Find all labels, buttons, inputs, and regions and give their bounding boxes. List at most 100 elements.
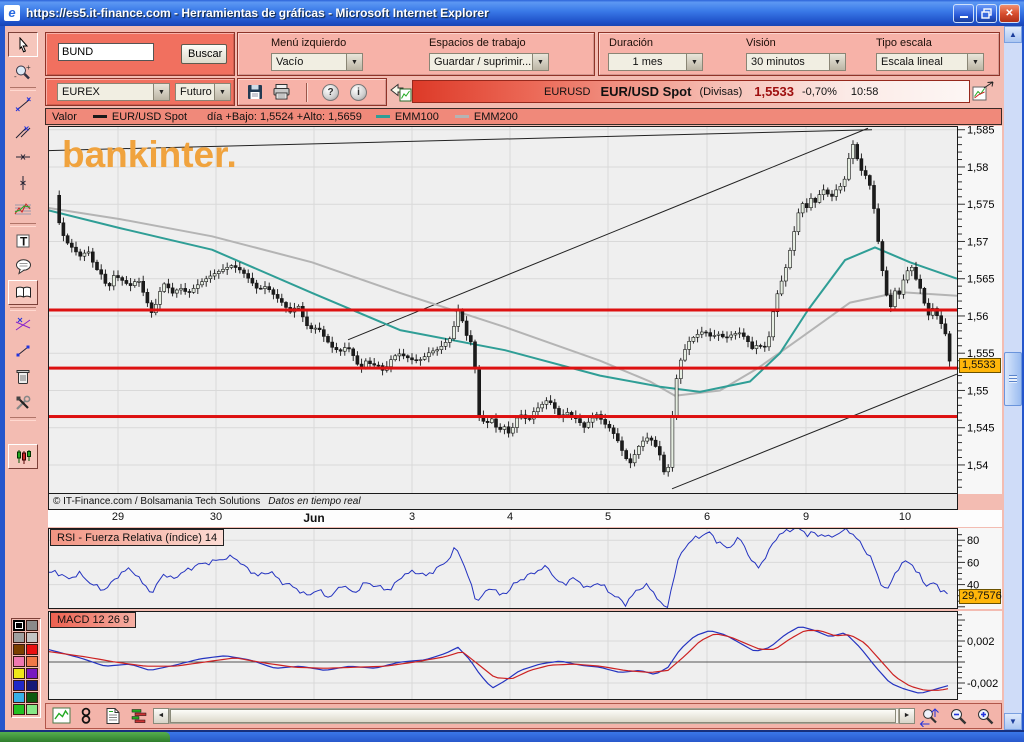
restore-button[interactable] [976, 3, 997, 23]
chevron-down-icon[interactable]: ▼ [532, 54, 548, 70]
instrument-panel: EUREX ▼ Futuro ▼ [45, 78, 235, 106]
scroll-right-button[interactable]: ► [899, 708, 915, 724]
palette-color[interactable] [13, 668, 25, 679]
market-depth-button[interactable] [130, 707, 148, 725]
delete-tool[interactable] [8, 364, 38, 389]
pan-zoom-button[interactable] [919, 707, 941, 727]
fibonacci-tool[interactable] [8, 196, 38, 221]
help-button[interactable]: ? [322, 84, 339, 101]
chevron-down-icon[interactable]: ▼ [967, 54, 983, 70]
scale-type-dropdown[interactable]: Escala lineal ▼ [876, 53, 984, 71]
x-axis-label: 30 [209, 511, 223, 523]
line-chart-icon [52, 707, 71, 724]
start-button-sliver[interactable] [0, 732, 170, 742]
vertical-scrollbar-thumb[interactable] [1004, 352, 1022, 406]
horizontal-scrollbar[interactable] [169, 708, 899, 724]
print-button[interactable] [272, 83, 291, 101]
search-button[interactable]: Buscar [181, 44, 227, 64]
close-button[interactable]: ✕ [999, 3, 1020, 23]
chevron-down-icon[interactable]: ▼ [346, 54, 362, 70]
palette-color[interactable] [26, 704, 38, 715]
x-axis-label: 5 [604, 511, 612, 523]
chart-style-button[interactable] [52, 707, 71, 725]
workspaces-dropdown[interactable]: Guardar / suprimir... ▼ [429, 53, 549, 71]
vertical-scrollbar[interactable]: ▲ ▼ [1004, 26, 1022, 730]
zoom-out-button[interactable] [948, 707, 969, 727]
channel-line-tool[interactable] [8, 118, 38, 143]
rsi-value-box: 29,7576 [959, 589, 1002, 604]
exchange-dropdown[interactable]: EUREX ▼ [57, 83, 170, 101]
pan-magnifier-icon [919, 708, 939, 727]
news-button[interactable] [104, 707, 122, 725]
palette-color[interactable] [26, 656, 38, 667]
view-panel: Duración 1 mes ▼ Visión 30 minutos ▼ Tipo … [598, 32, 1000, 76]
macd-chart[interactable] [47, 611, 958, 700]
indicators-tool[interactable] [8, 444, 38, 469]
library-tool[interactable] [8, 280, 38, 305]
zoom-in-button[interactable] [975, 707, 996, 727]
info-button[interactable]: i [350, 84, 367, 101]
scroll-up-button[interactable]: ▲ [1004, 26, 1022, 43]
workspaces-value: Guardar / suprimir... [434, 56, 532, 68]
trendline-tool[interactable] [8, 92, 38, 117]
palette-color[interactable] [13, 620, 25, 631]
open-chart-button[interactable] [972, 80, 997, 103]
toolbar-separator [10, 87, 36, 91]
macd-axis[interactable]: 0,002 -0,002 [958, 611, 1002, 700]
back-to-chart-button[interactable] [390, 81, 412, 102]
select-cursor-tool[interactable] [8, 32, 38, 57]
svg-text:1,58: 1,58 [967, 162, 988, 174]
palette-color[interactable] [26, 668, 38, 679]
price-series-swatch [92, 115, 107, 118]
scroll-left-button[interactable]: ◄ [153, 708, 169, 724]
rsi-label[interactable]: RSI - Fuerza Relativa (índice) 14 [50, 529, 225, 546]
zoom-tool[interactable]: - + [8, 59, 38, 84]
palette-color[interactable] [13, 692, 25, 703]
quote-price: 1,5533 [754, 84, 794, 99]
chevron-down-icon[interactable]: ▼ [153, 84, 169, 100]
text-tool[interactable]: T [8, 228, 38, 253]
delete-lines-tool[interactable] [8, 312, 38, 337]
zoom-out-icon [951, 709, 967, 725]
palette-color[interactable] [13, 680, 25, 691]
chevron-down-icon[interactable]: ▼ [214, 84, 230, 100]
comment-tool[interactable] [8, 254, 38, 279]
svg-text:1,575: 1,575 [967, 199, 995, 211]
palette-color[interactable] [13, 704, 25, 715]
segment-tool[interactable] [8, 338, 38, 363]
macd-label[interactable]: MACD 12 26 9 [50, 612, 137, 628]
menu-left-dropdown[interactable]: Vacío ▼ [271, 53, 363, 71]
scroll-down-button[interactable]: ▼ [1004, 713, 1022, 730]
chevron-down-icon[interactable]: ▼ [686, 54, 702, 70]
horizontal-line-tool[interactable] [8, 144, 38, 169]
palette-color[interactable] [26, 632, 38, 643]
palette-color[interactable] [13, 656, 25, 667]
duration-dropdown[interactable]: 1 mes ▼ [608, 53, 703, 71]
palette-color[interactable] [26, 692, 38, 703]
palette-color[interactable] [26, 620, 38, 631]
chevron-down-icon[interactable]: ▼ [829, 54, 845, 70]
svg-text:0,002: 0,002 [967, 636, 995, 648]
main-chart[interactable] [47, 126, 958, 494]
magnifier-icon: -+ [14, 64, 31, 80]
search-input[interactable] [58, 43, 154, 61]
minimize-button[interactable] [953, 3, 974, 23]
save-button[interactable] [246, 83, 264, 101]
palette-color[interactable] [13, 644, 25, 655]
instrument-dropdown[interactable]: Futuro ▼ [175, 83, 231, 101]
link-charts-button[interactable] [78, 707, 94, 725]
settings-tool[interactable] [8, 390, 38, 415]
cursor-icon [19, 36, 29, 52]
zoom-in-icon [978, 709, 994, 725]
price-axis[interactable]: 1,585 1,58 1,575 1,57 1,565 1,56 1,555 1,55 1,54… [958, 125, 1002, 494]
horizontal-scrollbar-thumb[interactable] [170, 709, 896, 723]
palette-color[interactable] [13, 632, 25, 643]
svg-text:60: 60 [967, 557, 979, 569]
title-bar[interactable]: e https://es5.it-finance.com - Herramien… [0, 0, 1024, 26]
vision-dropdown[interactable]: 30 minutos ▼ [746, 53, 846, 71]
palette-color[interactable] [26, 680, 38, 691]
quote-banner[interactable]: EURUSD EUR/USD Spot (Divisas) 1,5533 -0,… [412, 80, 970, 103]
palette-color[interactable] [26, 644, 38, 655]
time-axis[interactable]: 29 30 Jun 3 4 5 6 9 10 [48, 510, 1002, 527]
vertical-line-tool[interactable] [8, 170, 38, 195]
